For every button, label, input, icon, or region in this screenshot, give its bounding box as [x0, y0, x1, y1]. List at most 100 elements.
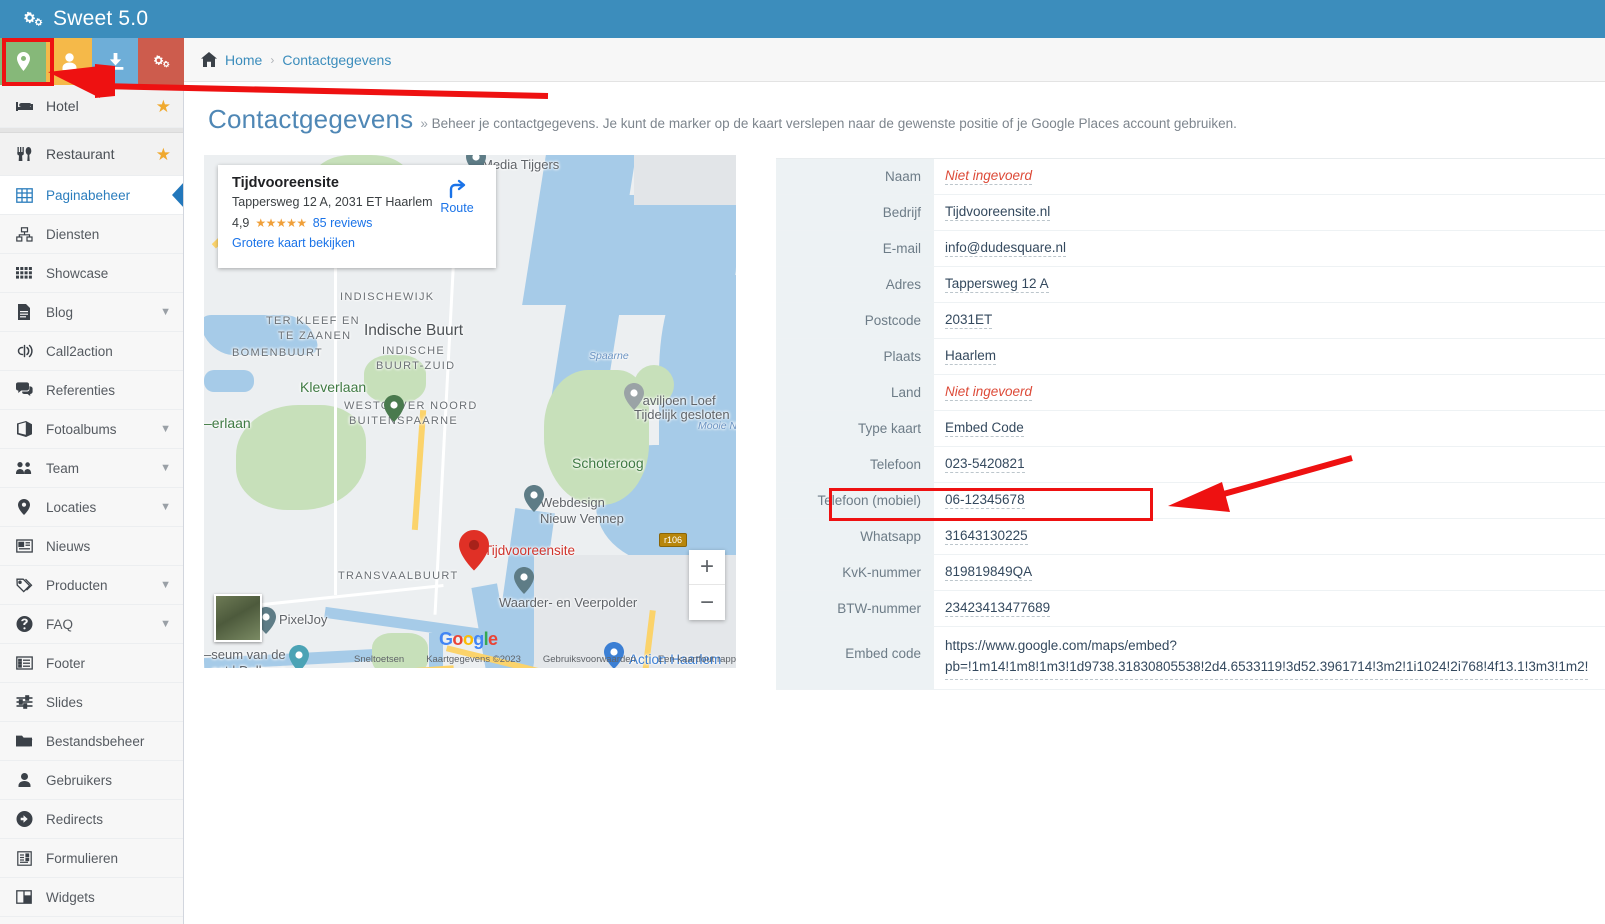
breadcrumb-home[interactable]: Home — [225, 52, 262, 68]
sidebar-item-nieuws[interactable]: Nieuws — [0, 527, 183, 566]
sidebar-item-label: Producten — [46, 577, 108, 593]
detail-value-editable[interactable]: Tijdvooreensite.nl — [945, 204, 1051, 221]
map-road-white-b — [334, 255, 337, 595]
table-icon — [14, 186, 34, 204]
sidebar-item-showcase[interactable]: Showcase — [0, 254, 183, 293]
chevron-down-icon[interactable]: ▼ — [160, 618, 171, 630]
map-zoom-out-button[interactable]: − — [689, 585, 725, 620]
map-zoom-in-button[interactable]: + — [689, 550, 725, 585]
map-pin-webdesign[interactable] — [524, 485, 544, 512]
sliders-icon — [14, 693, 34, 711]
detail-value-editable[interactable]: Haarlem — [945, 348, 997, 365]
sidebar-item-label: Locaties — [46, 499, 97, 515]
detail-label: KvK-nummer — [776, 555, 934, 590]
map-attribution-link[interactable]: Sneltoetsen — [354, 654, 404, 665]
sidebar-item-label: Widgets — [46, 889, 95, 905]
quick-action-locations[interactable] — [0, 38, 46, 85]
detail-label: Telefoon (mobiel) — [776, 483, 934, 518]
map-pin-waarder[interactable] — [514, 567, 534, 594]
detail-value-editable[interactable]: info@dudesquare.nl — [945, 240, 1067, 257]
map-card-bigger-map-link[interactable]: Grotere kaart bekijken — [232, 236, 484, 250]
map-attribution-link[interactable]: Gebruiksvoorwaarden — [543, 654, 636, 665]
sidebar-item-locaties[interactable]: Locaties ▼ — [0, 488, 183, 527]
download-icon — [107, 53, 124, 70]
sidebar-item-diensten[interactable]: Diensten — [0, 215, 183, 254]
sidebar-item-slides[interactable]: Slides — [0, 683, 183, 722]
sidebar-item-widgets[interactable]: Widgets — [0, 878, 183, 917]
sidebar-item-producten[interactable]: Producten ▼ — [0, 566, 183, 605]
map-attribution-link[interactable]: Kaartgegevens ©2023 — [426, 654, 521, 665]
sidebar-item-label: Formulieren — [46, 850, 119, 866]
sidebar-item-hotel[interactable]: Hotel ★ — [0, 85, 183, 128]
sidebar-item-label: Referenties — [46, 382, 116, 398]
detail-value-editable[interactable]: 23423413477689 — [945, 600, 1051, 617]
arrow-circle-right-icon — [14, 810, 34, 828]
map-card-reviews-link[interactable]: 85 reviews — [313, 216, 373, 230]
map-pin-selected-location[interactable] — [459, 530, 489, 571]
sidebar-item-redirects[interactable]: Redirects — [0, 800, 183, 839]
chevron-down-icon[interactable]: ▼ — [160, 579, 171, 591]
sidebar-item-label: Footer — [46, 655, 86, 671]
detail-value-editable[interactable]: 31643130225 — [945, 528, 1028, 545]
embed-code-editable[interactable]: https://www.google.com/maps/embed? pb=!1m… — [945, 636, 1589, 680]
sidebar-item-label: Gebruikers — [46, 772, 113, 788]
detail-value-editable[interactable]: Embed Code — [945, 420, 1024, 437]
detail-row: Telefoon 023-5420821 — [776, 447, 1605, 483]
chevron-down-icon[interactable]: ▼ — [160, 501, 171, 513]
detail-value-editable[interactable]: Tappersweg 12 A — [945, 276, 1049, 293]
sidebar-item-paginabeheer[interactable]: Paginabeheer — [0, 176, 183, 215]
sidebar-item-footer[interactable]: Footer — [0, 644, 183, 683]
detail-row: Bedrijf Tijdvooreensite.nl — [776, 195, 1605, 231]
sidebar-item-faq[interactable]: FAQ ▼ — [0, 605, 183, 644]
map-satellite-thumbnail[interactable] — [214, 594, 262, 642]
sidebar-item-blog[interactable]: Blog ▼ — [0, 293, 183, 332]
detail-value-editable[interactable]: 023-5420821 — [945, 456, 1025, 473]
sidebar-item-referenties[interactable]: Referenties — [0, 371, 183, 410]
sidebar-item-gebruikers[interactable]: Gebruikers — [0, 761, 183, 800]
chevron-down-icon[interactable]: ▼ — [160, 462, 171, 474]
detail-row-embed-code: Embed code https://www.google.com/maps/em… — [776, 627, 1605, 690]
sidebar-item-label: Bestandsbeheer — [46, 733, 145, 749]
bed-icon — [14, 97, 34, 115]
sidebar-item-restaurant[interactable]: Restaurant ★ — [0, 133, 183, 176]
map-pin-paviljoen[interactable] — [624, 383, 644, 410]
location-map[interactable]: r106 Media Tijgers INDISCHEWIJK TER KLEEF … — [204, 155, 736, 668]
detail-row: Adres Tappersweg 12 A — [776, 267, 1605, 303]
detail-value-cell: 31643130225 — [934, 519, 1605, 554]
map-card-route-button[interactable]: Route — [432, 177, 482, 215]
detail-value-editable[interactable]: 06-12345678 — [945, 492, 1025, 509]
star-icon[interactable]: ★ — [156, 98, 171, 115]
sidebar-item-call2action[interactable]: Call2action — [0, 332, 183, 371]
sidebar-item-team[interactable]: Team ▼ — [0, 449, 183, 488]
detail-value-editable[interactable]: Niet ingevoerd — [945, 168, 1033, 185]
map-attribution-link[interactable]: Een kaartfout rapporteren — [658, 654, 736, 665]
detail-value-editable[interactable]: Niet ingevoerd — [945, 384, 1033, 401]
detail-value-editable[interactable]: 2031ET — [945, 312, 993, 329]
breadcrumb-current[interactable]: Contactgegevens — [282, 52, 391, 68]
bullhorn-icon — [14, 342, 34, 360]
sidebar-item-label: Restaurant — [46, 146, 115, 162]
newspaper-icon — [14, 537, 34, 555]
directions-icon — [432, 177, 482, 199]
detail-row: Telefoon (mobiel) 06-12345678 — [776, 483, 1605, 519]
sidebar-item-bestandsbeheer[interactable]: Bestandsbeheer — [0, 722, 183, 761]
sidebar-item-formulieren[interactable]: Formulieren — [0, 839, 183, 878]
star-icon[interactable]: ★ — [156, 146, 171, 163]
quick-action-download[interactable] — [92, 38, 138, 85]
chevron-down-icon[interactable]: ▼ — [160, 423, 171, 435]
detail-value-cell: 2031ET — [934, 303, 1605, 338]
app-brand[interactable]: Sweet 5.0 — [0, 7, 148, 31]
detail-label: Plaats — [776, 339, 934, 374]
road-badge-r106: r106 — [659, 533, 688, 547]
grid-icon — [14, 264, 34, 282]
map-pin-park[interactable] — [384, 395, 404, 422]
quick-action-settings[interactable] — [138, 38, 184, 85]
sidebar-item-label: Blog — [46, 304, 74, 320]
sidebar-item-fotoalbums[interactable]: Fotoalbums ▼ — [0, 410, 183, 449]
sidebar-item-label: Showcase — [46, 265, 109, 281]
users-icon — [14, 459, 34, 477]
quick-action-users[interactable] — [46, 38, 92, 85]
chevron-down-icon[interactable]: ▼ — [160, 306, 171, 318]
user-icon — [14, 771, 34, 789]
detail-value-editable[interactable]: 819819849QA — [945, 564, 1033, 581]
